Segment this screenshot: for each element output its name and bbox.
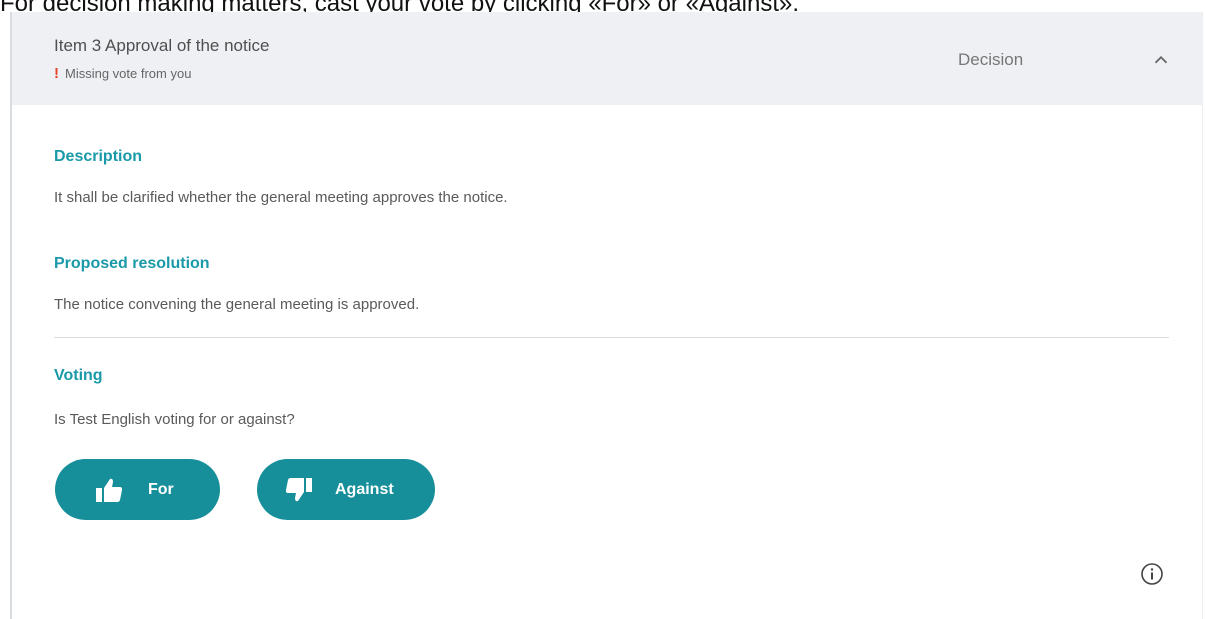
vote-against-label: Against — [335, 480, 394, 498]
chevron-up-icon[interactable] — [1150, 49, 1172, 71]
proposed-resolution-text: The notice convening the general meeting… — [54, 296, 420, 313]
missing-vote-notice: ! Missing vote from you — [54, 65, 191, 82]
proposed-resolution-title: Proposed resolution — [54, 255, 210, 272]
description-title: Description — [54, 148, 143, 165]
voting-question: Is Test English voting for or against? — [54, 411, 295, 428]
vote-against-button[interactable]: Against — [257, 459, 435, 520]
divider — [54, 337, 1169, 338]
info-icon[interactable] — [1140, 562, 1164, 586]
exclamation-icon: ! — [54, 65, 59, 82]
description-text: It shall be clarified whether the genera… — [54, 189, 508, 206]
agenda-item-card: Item 3 Approval of the notice ! Missing … — [10, 12, 1203, 619]
item-title: Item 3 Approval of the notice — [54, 36, 270, 55]
vote-for-button[interactable]: For — [55, 459, 220, 520]
voting-title: Voting — [54, 367, 103, 384]
item-type-label: Decision — [958, 50, 1024, 69]
thumbs-down-icon — [285, 477, 312, 501]
vote-for-label: For — [148, 480, 174, 498]
thumbs-up-icon — [96, 478, 123, 502]
agenda-item-header[interactable]: Item 3 Approval of the notice ! Missing … — [12, 12, 1202, 105]
missing-vote-text: Missing vote from you — [65, 66, 192, 81]
